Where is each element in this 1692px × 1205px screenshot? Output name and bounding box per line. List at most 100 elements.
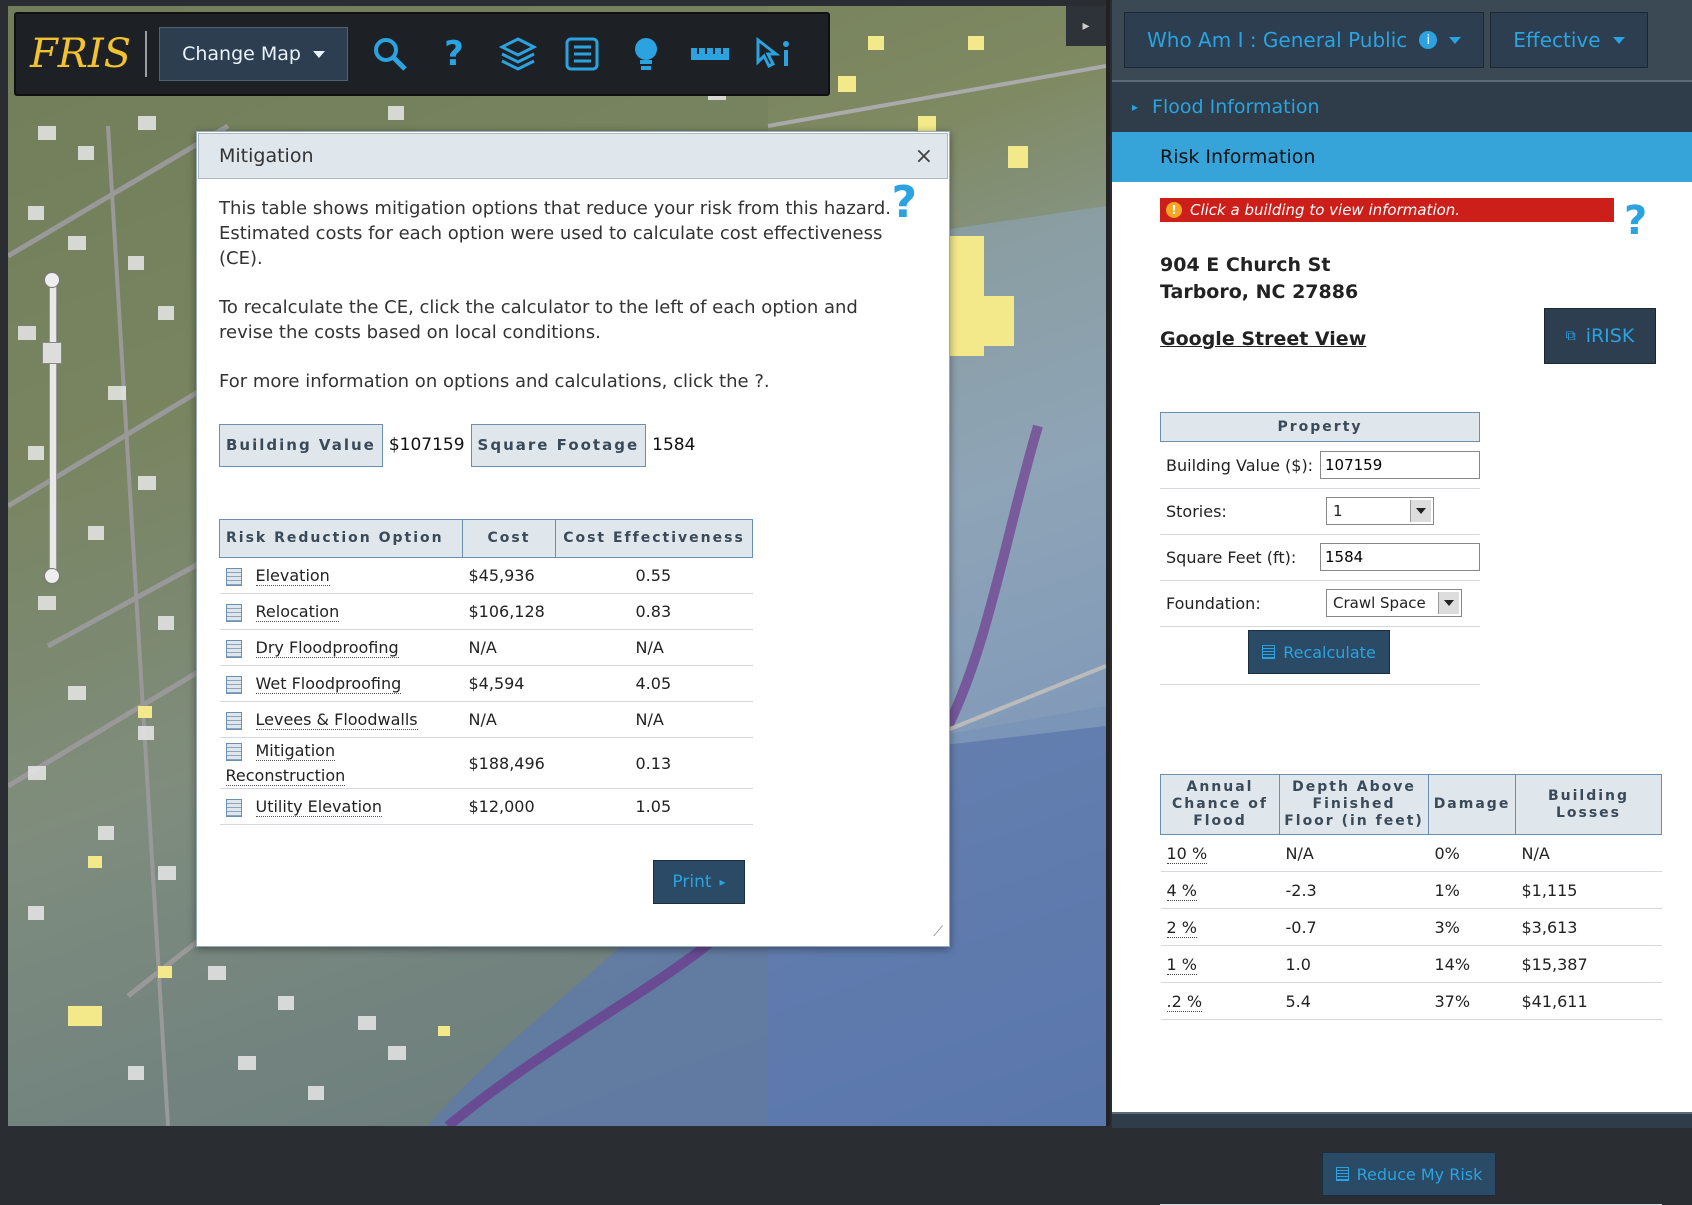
zoom-slider[interactable] xyxy=(42,272,62,584)
depth-cell: -0.7 xyxy=(1279,908,1429,946)
legend-icon[interactable] xyxy=(560,32,604,76)
zoom-thumb[interactable] xyxy=(42,342,62,364)
losses-cell: $1,115 xyxy=(1515,871,1662,909)
table-row: 10 % N/A 0% N/A xyxy=(1160,834,1662,872)
ce-cell: N/A xyxy=(555,701,753,738)
option-cell: Levees & Floodwalls xyxy=(219,701,463,738)
depth-cell: -2.3 xyxy=(1279,871,1429,909)
layers-icon[interactable] xyxy=(496,32,540,76)
help-icon[interactable]: ? xyxy=(1624,198,1647,244)
dialog-titlebar[interactable]: Mitigation × xyxy=(198,133,948,179)
column-header: Depth Above Finished Floor (in feet) xyxy=(1279,774,1429,835)
chevron-down-icon xyxy=(1612,36,1625,44)
chevron-down-icon xyxy=(1410,500,1431,522)
ce-cell: 0.55 xyxy=(555,557,753,594)
chevron-down-icon xyxy=(1438,592,1459,614)
cost-cell: $12,000 xyxy=(462,788,556,825)
cost-cell: $188,496 xyxy=(462,737,556,789)
collapse-panel-icon[interactable]: ▸ xyxy=(1066,6,1106,46)
calculator-icon xyxy=(1262,645,1276,659)
address: 904 E Church St Tarboro, NC 27886 xyxy=(1160,252,1358,306)
damage-cell: 0% xyxy=(1428,834,1516,872)
calculator-icon[interactable] xyxy=(225,675,242,694)
print-label: Print xyxy=(672,871,712,892)
chance-cell: 2 % xyxy=(1160,908,1280,946)
chance-link[interactable]: 4 % xyxy=(1166,880,1197,901)
search-icon[interactable] xyxy=(368,32,412,76)
column-header: Cost xyxy=(462,519,556,558)
foundation-select[interactable]: Crawl Space xyxy=(1326,589,1462,617)
info-icon[interactable]: i xyxy=(1419,31,1438,49)
option-link[interactable]: Relocation xyxy=(255,602,340,622)
table-row: Elevation $45,936 0.55 xyxy=(219,557,753,594)
lightbulb-icon[interactable] xyxy=(624,32,668,76)
table-row: .2 % 5.4 37% $41,611 xyxy=(1160,982,1662,1020)
calculator-icon[interactable] xyxy=(225,567,242,586)
chance-link[interactable]: 2 % xyxy=(1166,917,1197,938)
accordion-flood-information[interactable]: ▸ Flood Information xyxy=(1112,80,1692,132)
building-value: $107159 xyxy=(388,435,465,455)
table-row: 1 % 1.0 14% $15,387 xyxy=(1160,945,1662,983)
calculator-icon xyxy=(1335,1167,1349,1181)
calculator-icon[interactable] xyxy=(225,603,242,622)
right-panel: Who Am I : General Public i Effective ▸ … xyxy=(1112,0,1692,1205)
resize-handle-icon[interactable]: ⟋ xyxy=(933,924,943,940)
calculator-icon[interactable] xyxy=(225,639,242,658)
table-row: Dry Floodproofing N/A N/A xyxy=(219,629,753,666)
zoom-in-icon[interactable] xyxy=(44,272,60,288)
chevron-down-icon xyxy=(1449,36,1462,44)
cost-cell: $45,936 xyxy=(462,557,556,594)
option-link[interactable]: Wet Floodproofing xyxy=(255,674,402,694)
calculator-icon[interactable] xyxy=(225,711,242,730)
stories-select[interactable]: 1 xyxy=(1326,497,1434,525)
option-link[interactable]: Dry Floodproofing xyxy=(255,638,399,658)
table-row: Levees & Floodwalls N/A N/A xyxy=(219,701,753,738)
chevron-right-icon: ▸ xyxy=(719,874,726,889)
accordion-risk-information[interactable]: Risk Information xyxy=(1112,132,1692,182)
risk-table: Annual Chance of Flood Depth Above Finis… xyxy=(1160,774,1662,1020)
intro-paragraph: To recalculate the CE, click the calcula… xyxy=(219,297,858,343)
stories-label: Stories: xyxy=(1166,501,1227,521)
stories-value: 1 xyxy=(1333,502,1343,520)
chance-link[interactable]: 10 % xyxy=(1166,843,1208,864)
reduce-my-risk-button[interactable]: Reduce My Risk xyxy=(1322,1152,1496,1196)
ce-cell: 0.83 xyxy=(555,593,753,630)
option-link[interactable]: Mitigation Reconstruction xyxy=(225,741,346,786)
change-map-button[interactable]: Change Map xyxy=(159,27,348,81)
column-header: Building Losses xyxy=(1515,774,1662,835)
google-street-view-link[interactable]: Google Street View xyxy=(1160,328,1366,350)
recalculate-button[interactable]: Recalculate xyxy=(1248,630,1390,674)
property-header: Property xyxy=(1160,412,1480,442)
effective-dropdown[interactable]: Effective xyxy=(1490,12,1648,68)
ruler-icon[interactable] xyxy=(688,32,732,76)
depth-cell: 1.0 xyxy=(1279,945,1429,983)
chance-link[interactable]: .2 % xyxy=(1166,991,1203,1012)
help-icon[interactable]: ? xyxy=(891,181,917,225)
print-button[interactable]: Print ▸ xyxy=(653,860,745,904)
irisk-button[interactable]: ⧉ iRISK xyxy=(1544,308,1656,364)
chance-link[interactable]: 1 % xyxy=(1166,954,1197,975)
help-icon[interactable]: ? xyxy=(432,32,476,76)
damage-cell: 14% xyxy=(1428,945,1516,983)
square-feet-input[interactable] xyxy=(1320,543,1480,571)
square-footage: 1584 xyxy=(652,435,696,455)
option-link[interactable]: Levees & Floodwalls xyxy=(255,710,418,730)
depth-cell: N/A xyxy=(1279,834,1429,872)
zoom-out-icon[interactable] xyxy=(44,568,60,584)
zoom-rail[interactable] xyxy=(49,278,57,576)
building-value-input[interactable] xyxy=(1320,451,1480,479)
option-link[interactable]: Elevation xyxy=(255,566,330,586)
option-link[interactable]: Utility Elevation xyxy=(255,797,382,817)
who-am-i-dropdown[interactable]: Who Am I : General Public i xyxy=(1124,12,1485,68)
building-summary: Building Value $107159 Square Footage 15… xyxy=(219,424,929,467)
calculator-icon[interactable] xyxy=(225,798,242,817)
effective-label: Effective xyxy=(1513,28,1601,52)
losses-cell: N/A xyxy=(1515,834,1662,872)
building-value-label: Building Value xyxy=(219,424,383,467)
identify-icon[interactable] xyxy=(752,32,796,76)
calculator-icon[interactable] xyxy=(225,742,242,761)
close-icon[interactable]: × xyxy=(915,144,933,169)
foundation-row: Foundation: Crawl Space xyxy=(1160,580,1480,627)
square-footage-label: Square Footage xyxy=(470,424,647,467)
chevron-right-icon: ▸ xyxy=(1132,100,1139,114)
